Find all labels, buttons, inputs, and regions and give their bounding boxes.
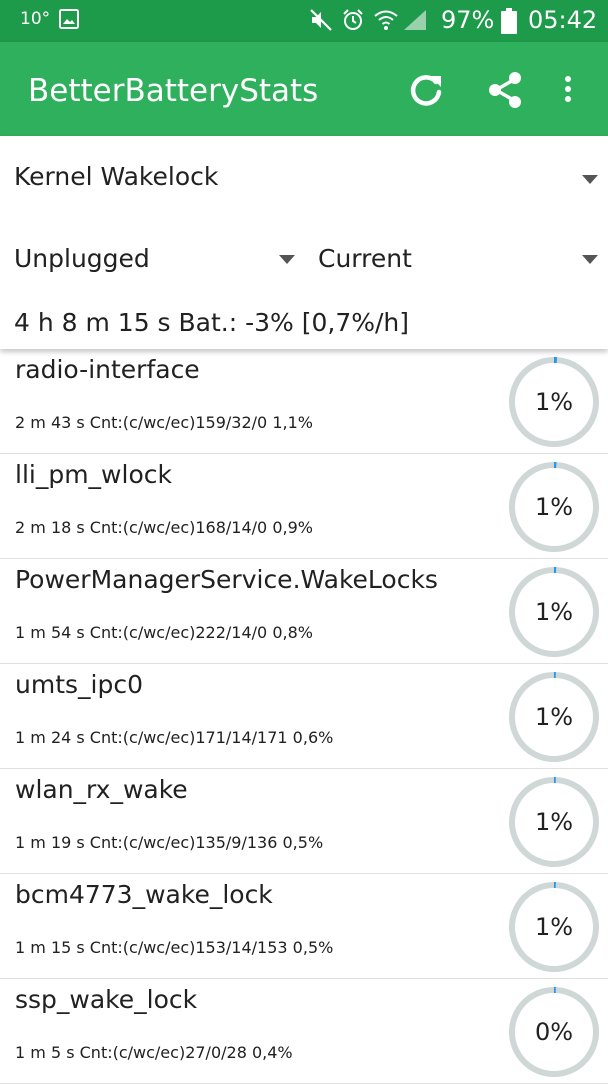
filter-panel: Kernel Wakelock Unplugged Current 4 h 8 … — [0, 136, 608, 349]
wakelock-row[interactable]: ssp_wake_lock 1 m 5 s Cnt:(c/wc/ec)27/0/2… — [0, 979, 608, 1084]
percent-gauge: 1% — [509, 777, 599, 867]
gauge-percent-label: 0% — [535, 1018, 573, 1046]
wakelock-details: 1 m 15 s Cnt:(c/wc/ec)153/14/153 0,5% — [15, 938, 334, 957]
status-bar: 10° 97% 05:42 — [0, 0, 608, 42]
wakelock-name: wlan_rx_wake — [15, 775, 188, 804]
image-icon — [59, 9, 79, 29]
gauge-percent-label: 1% — [535, 598, 573, 626]
dropdown-arrow-icon — [582, 255, 598, 264]
wakelock-details: 1 m 19 s Cnt:(c/wc/ec)135/9/136 0,5% — [15, 833, 324, 852]
wakelock-row[interactable]: bcm4773_wake_lock 1 m 15 s Cnt:(c/wc/ec)1… — [0, 874, 608, 979]
dropdown-arrow-icon — [279, 255, 295, 264]
percent-gauge: 1% — [509, 882, 599, 972]
refresh-icon[interactable] — [404, 68, 448, 112]
wakelock-row[interactable]: lli_pm_wlock 2 m 18 s Cnt:(c/wc/ec)168/14… — [0, 454, 608, 559]
percent-gauge: 1% — [509, 672, 599, 762]
temperature-readout: 10° — [20, 9, 51, 29]
wakelock-list[interactable]: radio-interface 2 m 43 s Cnt:(c/wc/ec)159… — [0, 349, 608, 1084]
to-reference-label: Current — [318, 244, 412, 273]
more-options-icon[interactable] — [546, 68, 590, 112]
stat-type-dropdown[interactable]: Kernel Wakelock — [0, 156, 608, 200]
percent-gauge: 1% — [509, 462, 599, 552]
dropdown-arrow-icon — [582, 175, 598, 184]
wakelock-details: 1 m 54 s Cnt:(c/wc/ec)222/14/0 0,8% — [15, 623, 313, 642]
percent-gauge: 1% — [509, 567, 599, 657]
battery-icon — [501, 8, 517, 34]
alarm-icon — [343, 9, 363, 30]
wakelock-name: umts_ipc0 — [15, 670, 143, 699]
wakelock-row[interactable]: radio-interface 2 m 43 s Cnt:(c/wc/ec)159… — [0, 349, 608, 454]
mute-icon — [310, 9, 332, 31]
gauge-percent-label: 1% — [535, 388, 573, 416]
wakelock-name: bcm4773_wake_lock — [15, 880, 273, 909]
wakelock-name: radio-interface — [15, 355, 200, 384]
percent-gauge: 1% — [509, 357, 599, 447]
app-title: BetterBatteryStats — [28, 73, 319, 109]
to-reference-dropdown[interactable]: Current — [304, 238, 608, 282]
percent-gauge: 0% — [509, 987, 599, 1077]
wakelock-row[interactable]: PowerManagerService.WakeLocks 1 m 54 s Cn… — [0, 559, 608, 664]
signal-icon — [404, 10, 426, 30]
wifi-icon — [374, 10, 398, 30]
gauge-percent-label: 1% — [535, 493, 573, 521]
clock: 05:42 — [528, 6, 598, 34]
from-reference-label: Unplugged — [14, 244, 150, 273]
battery-percent: 97% — [441, 6, 495, 34]
wakelock-name: lli_pm_wlock — [15, 460, 172, 489]
wakelock-row[interactable]: umts_ipc0 1 m 24 s Cnt:(c/wc/ec)171/14/17… — [0, 664, 608, 769]
stat-type-label: Kernel Wakelock — [14, 162, 219, 191]
wakelock-name: ssp_wake_lock — [15, 985, 198, 1014]
summary-line: 4 h 8 m 15 s Bat.: -3% [0,7%/h] — [14, 308, 410, 337]
from-reference-dropdown[interactable]: Unplugged — [0, 238, 304, 282]
wakelock-name: PowerManagerService.WakeLocks — [15, 565, 438, 594]
gauge-percent-label: 1% — [535, 808, 573, 836]
share-icon[interactable] — [484, 68, 528, 112]
wakelock-details: 2 m 43 s Cnt:(c/wc/ec)159/32/0 1,1% — [15, 413, 313, 432]
wakelock-row[interactable]: wlan_rx_wake 1 m 19 s Cnt:(c/wc/ec)135/9/… — [0, 769, 608, 874]
gauge-percent-label: 1% — [535, 703, 573, 731]
app-bar: BetterBatteryStats — [0, 42, 608, 136]
wakelock-details: 2 m 18 s Cnt:(c/wc/ec)168/14/0 0,9% — [15, 518, 313, 537]
wakelock-details: 1 m 24 s Cnt:(c/wc/ec)171/14/171 0,6% — [15, 728, 334, 747]
wakelock-details: 1 m 5 s Cnt:(c/wc/ec)27/0/28 0,4% — [15, 1043, 293, 1062]
gauge-percent-label: 1% — [535, 913, 573, 941]
